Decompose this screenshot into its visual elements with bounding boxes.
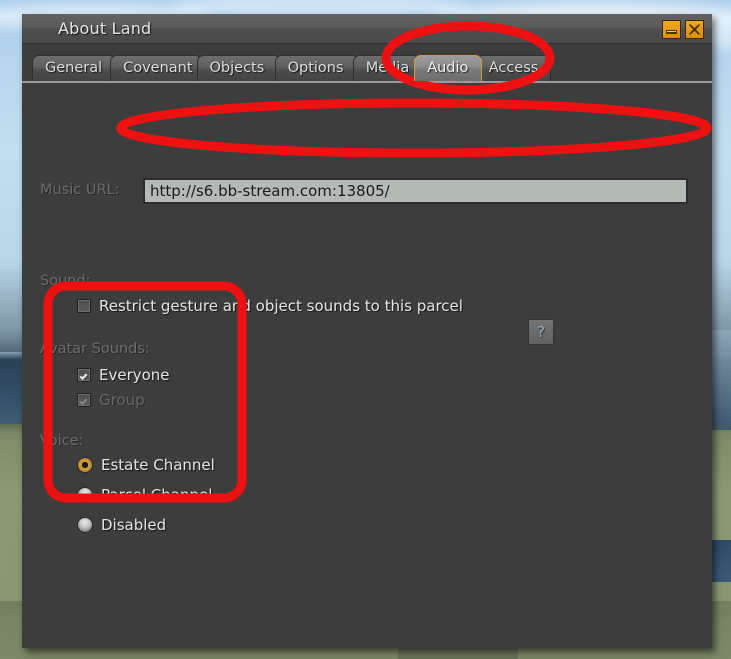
avatar-sounds-group-row: Group xyxy=(77,391,145,409)
voice-section-label: Voice: xyxy=(40,433,84,449)
voice-estate-channel-row[interactable]: Estate Channel xyxy=(77,456,215,474)
window-title: About Land xyxy=(58,19,152,38)
about-land-window: About Land General Covenant Objects Options… xyxy=(22,14,712,648)
restrict-sounds-label: Restrict gesture and object sounds to th… xyxy=(99,297,463,315)
tab-audio[interactable]: Audio xyxy=(414,55,482,81)
voice-disabled-row[interactable]: Disabled xyxy=(77,516,166,534)
tab-strip: General Covenant Objects Options Media Audio A… xyxy=(22,53,712,83)
voice-estate-channel-radio[interactable] xyxy=(77,457,93,473)
tab-objects[interactable]: Objects xyxy=(196,55,281,81)
voice-parcel-channel-label: Parcel Channel xyxy=(101,486,213,504)
avatar-sounds-section-label: Avatar Sounds: xyxy=(40,341,150,357)
avatar-sounds-group-checkbox xyxy=(77,393,91,407)
restrict-sounds-checkbox-row[interactable]: Restrict gesture and object sounds to th… xyxy=(77,297,463,315)
music-url-label: Music URL: xyxy=(40,182,120,198)
avatar-sounds-everyone-checkbox[interactable] xyxy=(77,368,91,382)
close-icon xyxy=(688,23,701,36)
minimize-icon xyxy=(665,24,678,35)
voice-disabled-radio[interactable] xyxy=(77,517,93,533)
tab-general[interactable]: General xyxy=(32,55,117,81)
avatar-sounds-everyone-row[interactable]: Everyone xyxy=(77,366,170,384)
window-titlebar[interactable]: About Land xyxy=(22,14,712,44)
tab-options[interactable]: Options xyxy=(274,55,359,81)
music-url-input[interactable] xyxy=(143,178,688,204)
voice-parcel-channel-radio[interactable] xyxy=(77,487,93,503)
tab-covenant[interactable]: Covenant xyxy=(110,55,203,81)
audio-panel: Music URL: Sound: Restrict gesture and o… xyxy=(22,83,712,648)
minimize-button[interactable] xyxy=(662,20,681,39)
tab-access[interactable]: Access xyxy=(475,55,552,81)
help-button[interactable]: ? xyxy=(528,319,554,345)
voice-disabled-label: Disabled xyxy=(101,516,167,534)
avatar-sounds-everyone-label: Everyone xyxy=(99,366,170,384)
sound-section-label: Sound: xyxy=(40,273,91,289)
voice-parcel-channel-row[interactable]: Parcel Channel xyxy=(77,486,212,504)
voice-estate-channel-label: Estate Channel xyxy=(101,456,215,474)
restrict-sounds-checkbox[interactable] xyxy=(77,299,91,313)
avatar-sounds-group-label: Group xyxy=(99,391,145,409)
tab-media[interactable]: Media xyxy=(352,55,421,81)
close-button[interactable] xyxy=(685,20,704,39)
